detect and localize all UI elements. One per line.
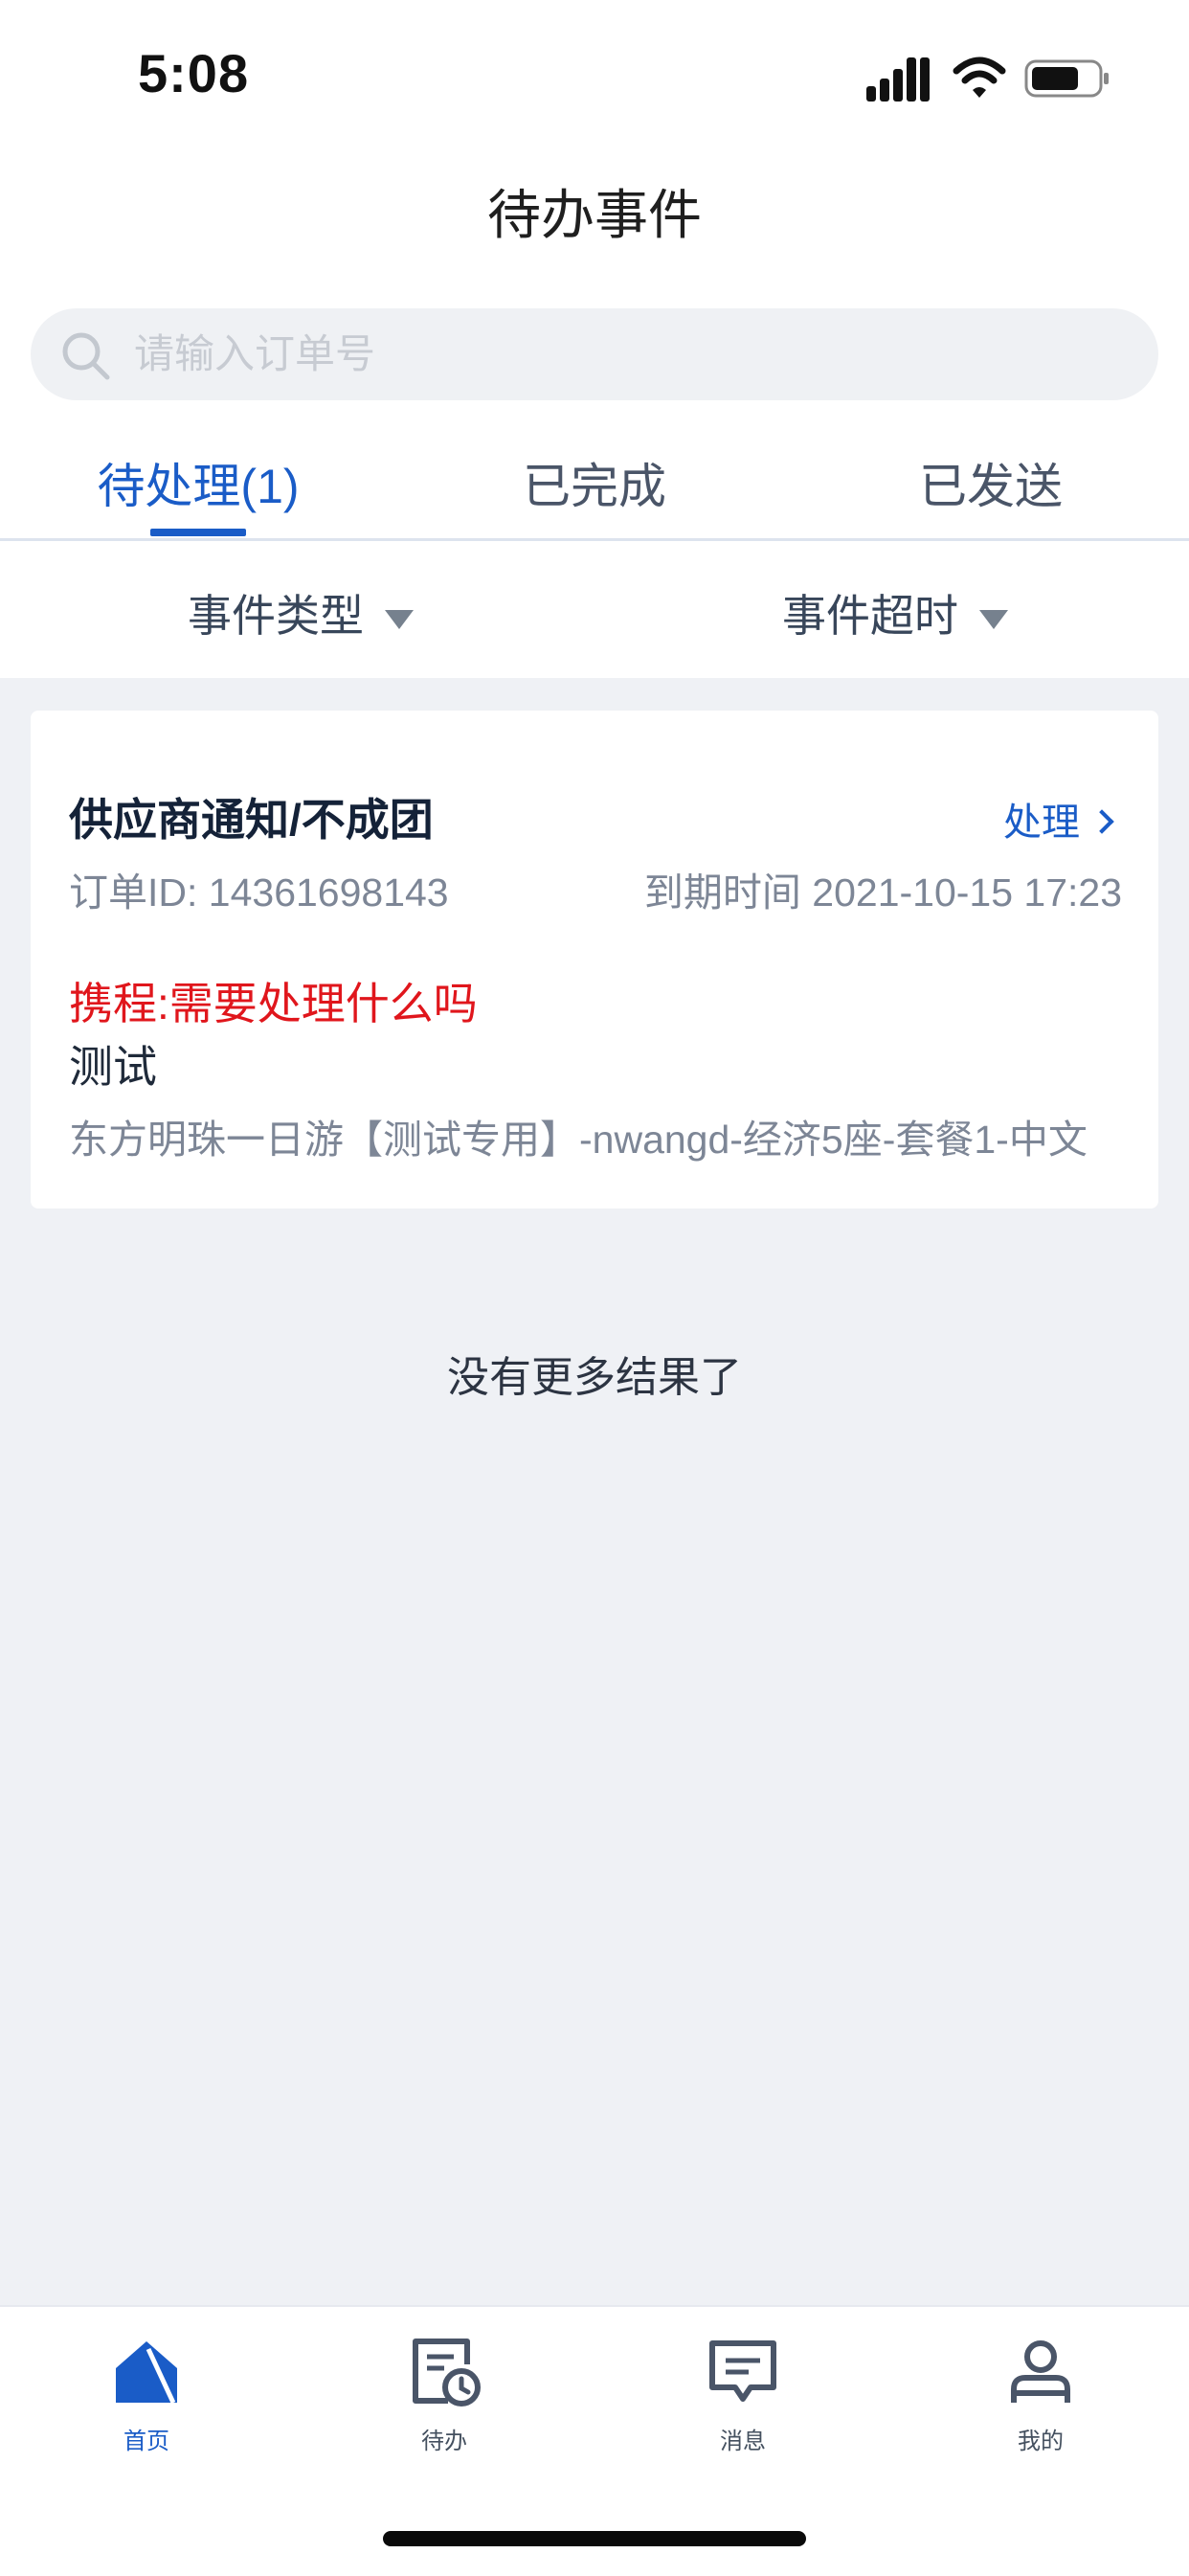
- tabbar-messages-label: 消息: [720, 2429, 766, 2454]
- tabbar-messages[interactable]: 消息: [647, 2336, 839, 2455]
- caret-down-icon: [979, 609, 1008, 629]
- active-tab-indicator: [150, 529, 246, 536]
- tab-completed[interactable]: 已完成: [396, 448, 793, 517]
- filter-event-type[interactable]: 事件类型: [188, 581, 414, 644]
- wifi-icon: [953, 56, 1006, 98]
- filter-event-timeout-label: 事件超时: [782, 591, 958, 641]
- status-time: 5:08: [138, 43, 250, 103]
- cellular-signal-icon: [866, 57, 930, 102]
- user-icon: [1011, 2340, 1070, 2403]
- tab-pending[interactable]: 待处理(1): [0, 448, 396, 517]
- process-button[interactable]: 处理: [1003, 791, 1114, 847]
- event-note: 测试: [69, 1042, 157, 1092]
- filter-event-type-label: 事件类型: [188, 591, 364, 641]
- tabbar-todo-label: 待办: [421, 2429, 467, 2454]
- home-icon: [116, 2341, 177, 2405]
- todo-clock-icon: [413, 2339, 481, 2407]
- tabbar-profile[interactable]: 我的: [945, 2336, 1136, 2455]
- filter-bar: 事件类型 事件超时: [0, 541, 1189, 675]
- battery-icon: [1024, 59, 1109, 98]
- event-highlight-note: 携程:需要处理什么吗: [69, 979, 478, 1028]
- search-input[interactable]: [134, 308, 1130, 400]
- tabbar-home-label: 首页: [123, 2429, 169, 2454]
- event-card[interactable]: 供应商通知/不成团 处理 订单ID: 14361698143 到期时间 2021…: [31, 711, 1158, 1209]
- caret-down-icon: [385, 609, 414, 629]
- tabbar-profile-label: 我的: [1018, 2429, 1064, 2454]
- filter-event-timeout[interactable]: 事件超时: [782, 581, 1008, 644]
- event-order-id: 订单ID: 14361698143: [69, 870, 449, 915]
- event-title: 供应商通知/不成团: [69, 795, 434, 845]
- tab-sent[interactable]: 已发送: [793, 448, 1189, 517]
- search-icon: [62, 332, 110, 380]
- search-bar[interactable]: [31, 308, 1158, 400]
- message-icon: [709, 2340, 776, 2402]
- list-end-text: 没有更多结果了: [447, 1354, 742, 1401]
- page-title: 待办事件: [487, 185, 702, 245]
- status-tabs: 待处理(1) 已完成 已发送: [0, 431, 1189, 541]
- process-button-label: 处理: [1003, 802, 1080, 844]
- chevron-right-icon: [1089, 809, 1114, 835]
- tabbar-todo[interactable]: 待办: [348, 2336, 540, 2455]
- event-product: 东方明珠一日游【测试专用】-nwangd-经济5座-套餐1-中文: [69, 1118, 1088, 1162]
- home-indicator: [383, 2531, 806, 2546]
- tabbar-home[interactable]: 首页: [51, 2336, 242, 2455]
- status-bar: 5:08: [0, 0, 1189, 144]
- event-due-time: 到期时间 2021-10-15 17:23: [643, 870, 1122, 915]
